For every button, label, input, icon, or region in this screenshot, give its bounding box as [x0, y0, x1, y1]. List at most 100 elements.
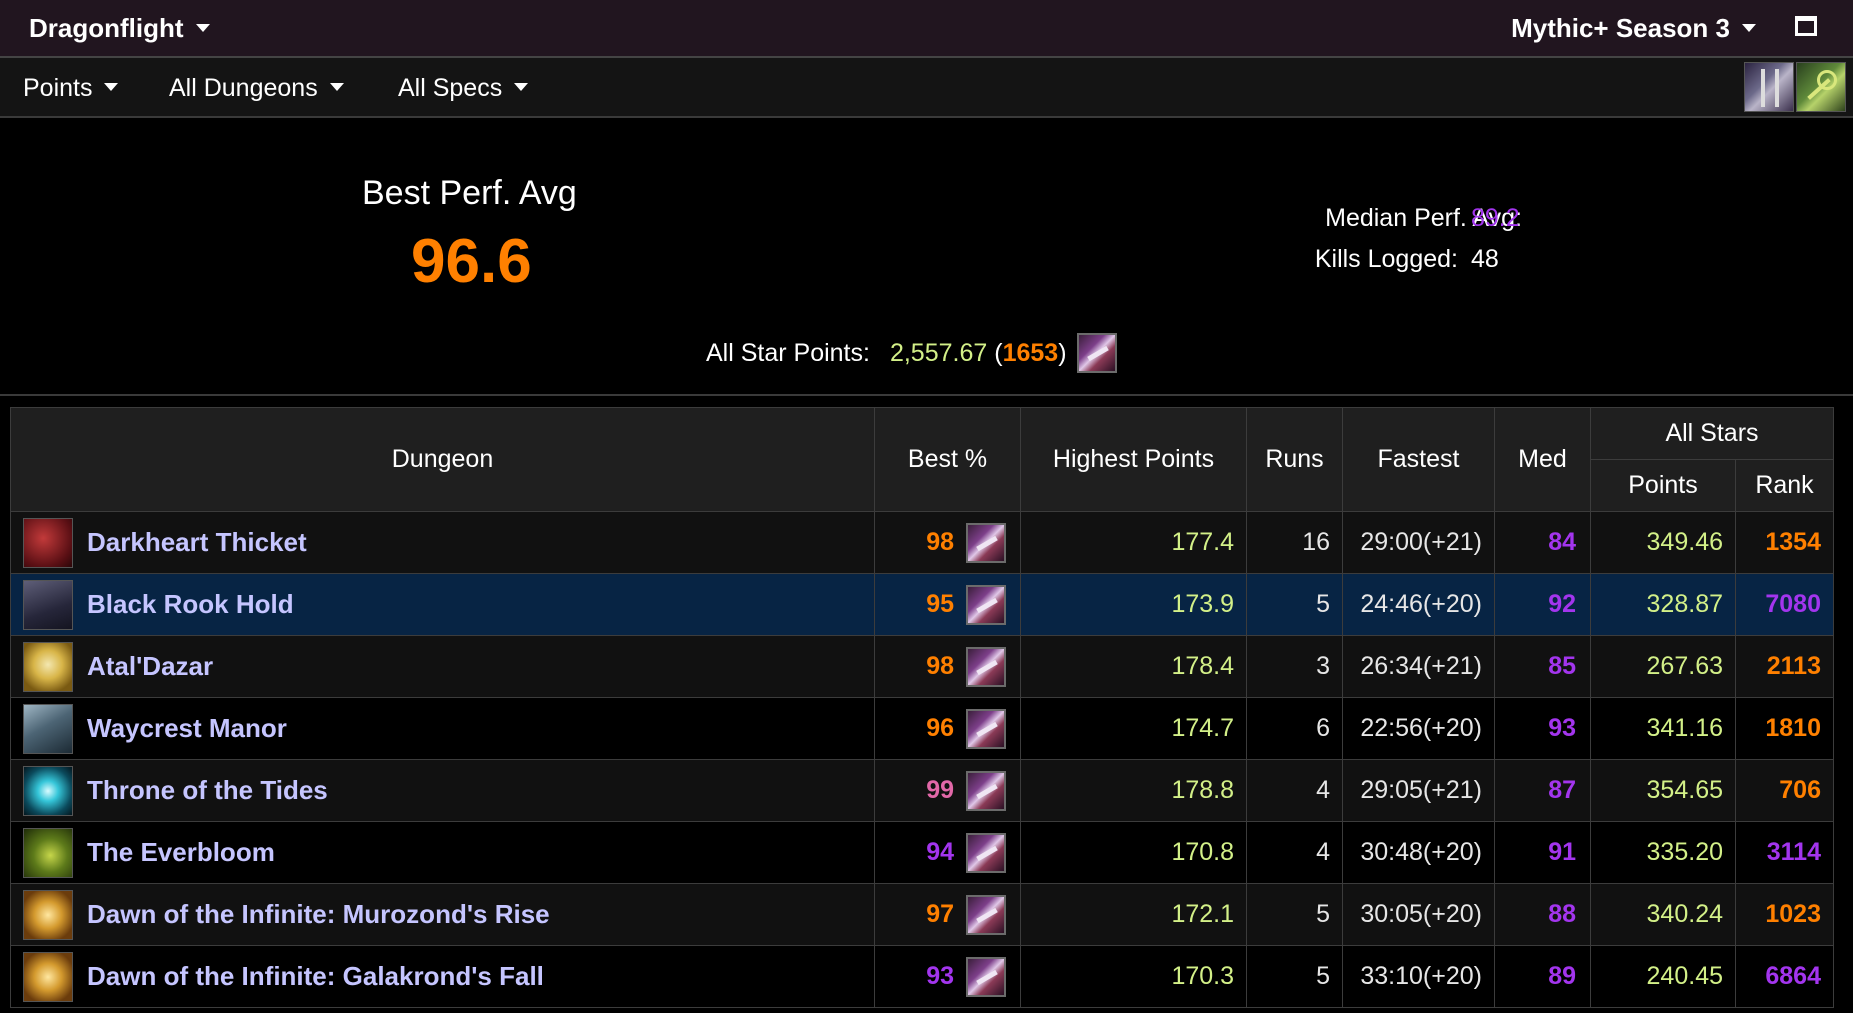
runs: 16 — [1246, 511, 1343, 574]
table-row[interactable]: Darkheart Thicket 98 177.4 16 29:00(+21)… — [10, 511, 1834, 574]
kills-logged-value: 48 — [1471, 245, 1499, 273]
swords-icon[interactable] — [1744, 62, 1794, 112]
table-row[interactable]: Waycrest Manor 96 174.7 6 22:56(+20) 93 … — [10, 697, 1834, 760]
top-bar: Dragonflight Mythic+ Season 3 — [0, 0, 1853, 58]
chevron-down-icon — [514, 83, 529, 92]
waycrest-manor-icon — [23, 703, 73, 754]
median: 92 — [1494, 573, 1591, 636]
metric-label: Points — [23, 74, 93, 102]
dungeon-name[interactable]: Dawn of the Infinite: Galakrond's Fall — [87, 961, 544, 992]
best-perf-value: 96.6 — [411, 227, 532, 296]
spec-filter-dropdown[interactable]: All Specs — [398, 74, 529, 103]
highest-points: 174.7 — [1020, 697, 1247, 760]
all-star-rank: 3114 — [1735, 821, 1834, 884]
all-star-rank: 6864 — [1735, 945, 1834, 1008]
highest-points: 178.8 — [1020, 759, 1247, 822]
fastest: 30:48(+20) — [1342, 821, 1495, 884]
table-row[interactable]: Atal'Dazar 98 178.4 3 26:34(+21) 85 267.… — [10, 635, 1834, 698]
throne-of-the-tides-icon — [23, 765, 73, 816]
black-rook-hold-icon — [23, 579, 73, 630]
col-med[interactable]: Med — [1494, 407, 1591, 512]
table-row-selected[interactable]: Black Rook Hold 95 173.9 5 24:46(+20) 92… — [10, 573, 1834, 636]
runs: 5 — [1246, 573, 1343, 636]
season-dropdown[interactable]: Mythic+ Season 3 — [1511, 13, 1756, 44]
dungeon-name[interactable]: Atal'Dazar — [87, 651, 213, 682]
all-star-rank: 7080 — [1735, 573, 1834, 636]
keystone-icon[interactable] — [1796, 62, 1846, 112]
filter-bar: Points All Dungeons All Specs — [0, 58, 1853, 118]
col-all-stars: All Stars — [1590, 407, 1834, 460]
view-toggle-icons — [1744, 62, 1846, 112]
col-dungeon[interactable]: Dungeon — [10, 407, 875, 512]
chevron-down-icon — [329, 83, 344, 92]
all-star-rank: 1653 — [1002, 338, 1059, 367]
best-percent: 97 — [926, 900, 954, 928]
dawn-murozond-rise-icon — [23, 889, 73, 940]
dungeon-filter-label: All Dungeons — [169, 74, 318, 102]
col-all-stars-rank[interactable]: Rank — [1735, 459, 1834, 512]
runs: 5 — [1246, 883, 1343, 946]
table-row[interactable]: Throne of the Tides 99 178.8 4 29:05(+21… — [10, 759, 1834, 822]
fastest: 33:10(+20) — [1342, 945, 1495, 1008]
all-star-rank: 706 — [1735, 759, 1834, 822]
all-star-points: 335.20 — [1590, 821, 1736, 884]
best-percent: 99 — [926, 776, 954, 804]
runs: 4 — [1246, 759, 1343, 822]
highest-points: 178.4 — [1020, 635, 1247, 698]
fastest: 30:05(+20) — [1342, 883, 1495, 946]
median: 84 — [1494, 511, 1591, 574]
table-row[interactable]: Dawn of the Infinite: Murozond's Rise 97… — [10, 883, 1834, 946]
dungeon-table: Dungeon Best % Highest Points Runs Faste… — [10, 407, 1834, 1008]
rogue-spec-icon — [966, 708, 1006, 749]
dungeon-name[interactable]: Waycrest Manor — [87, 713, 287, 744]
all-star-points: 240.45 — [1590, 945, 1736, 1008]
median: 87 — [1494, 759, 1591, 822]
expansion-dropdown[interactable]: Dragonflight — [29, 13, 210, 44]
col-all-stars-points[interactable]: Points — [1590, 459, 1736, 512]
best-percent: 98 — [926, 528, 954, 556]
dungeon-name[interactable]: Throne of the Tides — [87, 775, 328, 806]
all-star-points: 349.46 — [1590, 511, 1736, 574]
median: 93 — [1494, 697, 1591, 760]
atal-dazar-icon — [23, 641, 73, 692]
dungeon-filter-dropdown[interactable]: All Dungeons — [169, 74, 344, 103]
dungeon-name[interactable]: Dawn of the Infinite: Murozond's Rise — [87, 899, 550, 930]
best-percent: 98 — [926, 652, 954, 680]
best-percent: 95 — [926, 590, 954, 618]
median: 88 — [1494, 883, 1591, 946]
expansion-label: Dragonflight — [29, 13, 184, 43]
darkheart-thicket-icon — [23, 517, 73, 568]
fastest: 22:56(+20) — [1342, 697, 1495, 760]
dungeon-name[interactable]: Darkheart Thicket — [87, 527, 307, 558]
rogue-spec-icon — [966, 646, 1006, 687]
col-fastest[interactable]: Fastest — [1342, 407, 1495, 512]
all-star-open-paren: ( — [987, 338, 1003, 367]
rogue-spec-icon — [966, 522, 1006, 563]
all-star-rank: 1023 — [1735, 883, 1834, 946]
table-row[interactable]: The Everbloom 94 170.8 4 30:48(+20) 91 3… — [10, 821, 1834, 884]
rogue-spec-icon — [966, 956, 1006, 997]
chevron-down-icon — [104, 83, 119, 92]
chevron-down-icon — [195, 24, 210, 33]
all-star-points: 341.16 — [1590, 697, 1736, 760]
spec-filter-label: All Specs — [398, 74, 503, 102]
highest-points: 177.4 — [1020, 511, 1247, 574]
dungeon-name[interactable]: Black Rook Hold — [87, 589, 294, 620]
highest-points: 173.9 — [1020, 573, 1247, 636]
runs: 3 — [1246, 635, 1343, 698]
all-star-rank: 1810 — [1735, 697, 1834, 760]
all-star-points: 340.24 — [1590, 883, 1736, 946]
season-label: Mythic+ Season 3 — [1511, 13, 1730, 43]
all-star-close-paren: ) — [1058, 338, 1067, 367]
col-best-percent[interactable]: Best % — [874, 407, 1021, 512]
highest-points: 172.1 — [1020, 883, 1247, 946]
maximize-icon[interactable] — [1795, 16, 1817, 36]
best-percent: 96 — [926, 714, 954, 742]
dungeon-name[interactable]: The Everbloom — [87, 837, 275, 868]
fastest: 26:34(+21) — [1342, 635, 1495, 698]
runs: 5 — [1246, 945, 1343, 1008]
col-runs[interactable]: Runs — [1246, 407, 1343, 512]
table-row[interactable]: Dawn of the Infinite: Galakrond's Fall 9… — [10, 945, 1834, 1008]
metric-dropdown[interactable]: Points — [23, 74, 119, 103]
col-highest-points[interactable]: Highest Points — [1020, 407, 1247, 512]
